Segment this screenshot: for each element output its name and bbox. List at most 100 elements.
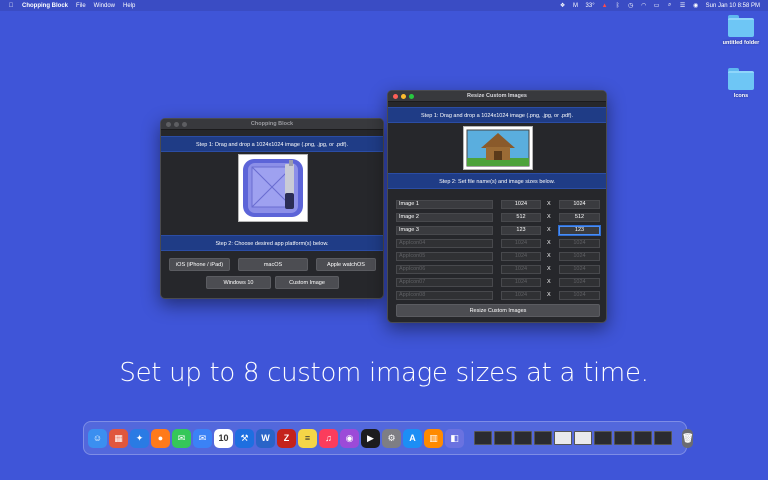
- desktop-folder-icons[interactable]: Icons: [716, 68, 766, 99]
- minimized-window-thumbnail[interactable]: [654, 431, 672, 445]
- tv-icon[interactable]: ▶: [361, 428, 380, 448]
- minimized-window-thumbnail[interactable]: [614, 431, 632, 445]
- menu-window[interactable]: Window: [94, 3, 115, 9]
- resize-window-title: Resize Custom Images: [467, 93, 527, 99]
- warning-icon[interactable]: ▲: [602, 2, 608, 9]
- minimized-window-thumbnail[interactable]: [514, 431, 532, 445]
- trash-icon[interactable]: 🗑: [682, 428, 694, 448]
- minimize-button[interactable]: [174, 121, 179, 127]
- word-icon[interactable]: W: [256, 428, 275, 448]
- mail-icon[interactable]: ✉: [193, 428, 212, 448]
- zoom-button[interactable]: [182, 121, 187, 127]
- height-field-focused[interactable]: 123: [559, 226, 600, 235]
- size-row: Image 1 1024 X 1024: [396, 200, 600, 210]
- name-field[interactable]: Image 1: [396, 200, 493, 209]
- xcode-icon[interactable]: ⚒: [235, 428, 254, 448]
- size-row-disabled: AppIcon06 1024 X 1024: [396, 265, 600, 275]
- safari-icon[interactable]: ✦: [130, 428, 149, 448]
- height-field[interactable]: 1024: [559, 278, 600, 287]
- calendar-icon[interactable]: 10: [214, 428, 233, 448]
- launchpad-icon[interactable]: ▦: [109, 428, 128, 448]
- notes-icon[interactable]: ≡: [298, 428, 317, 448]
- minimized-window-thumbnail[interactable]: [474, 431, 492, 445]
- minimized-window-thumbnail[interactable]: [594, 431, 612, 445]
- resize-custom-images-button[interactable]: Resize Custom Images: [396, 304, 600, 317]
- control-center-icon[interactable]: ☰: [680, 2, 686, 9]
- name-field[interactable]: Image 2: [396, 213, 493, 222]
- minimized-window-thumbnail[interactable]: [534, 431, 552, 445]
- books-icon[interactable]: ▥: [424, 428, 443, 448]
- name-field[interactable]: AppIcon08: [396, 291, 493, 300]
- music-icon[interactable]: ♫: [319, 428, 338, 448]
- height-field[interactable]: 1024: [559, 239, 600, 248]
- app-store-icon[interactable]: A: [403, 428, 422, 448]
- main-step1-label: Step 1: Drag and drop a 1024x1024 image …: [161, 136, 383, 152]
- dropbox-icon[interactable]: ❖: [560, 2, 566, 9]
- height-field[interactable]: 1024: [559, 252, 600, 261]
- width-field[interactable]: 1024: [501, 265, 541, 274]
- minimized-window-thumbnail[interactable]: [494, 431, 512, 445]
- width-field[interactable]: 123: [501, 226, 541, 235]
- bluetooth-icon[interactable]: ᛒ: [615, 2, 621, 9]
- battery-icon[interactable]: ▭: [654, 2, 660, 9]
- minimize-button[interactable]: [401, 93, 406, 99]
- firefox-icon[interactable]: ●: [151, 428, 170, 448]
- main-image-drop-zone[interactable]: [238, 154, 308, 222]
- width-field[interactable]: 1024: [501, 278, 541, 287]
- minimized-window-thumbnail[interactable]: [574, 431, 592, 445]
- name-field[interactable]: AppIcon06: [396, 265, 493, 274]
- name-field[interactable]: Image 3: [396, 226, 493, 235]
- name-field[interactable]: AppIcon07: [396, 278, 493, 287]
- main-window-titlebar[interactable]: Chopping Block: [161, 119, 383, 130]
- folder-icon: [728, 15, 754, 37]
- timemachine-icon[interactable]: ◷: [628, 2, 634, 9]
- macos-button[interactable]: macOS: [238, 258, 308, 271]
- height-field[interactable]: 1024: [559, 291, 600, 300]
- times-label: X: [547, 279, 551, 285]
- width-field[interactable]: 1024: [501, 291, 541, 300]
- apple-menu-icon[interactable]: : [8, 2, 14, 9]
- menu-help[interactable]: Help: [123, 3, 135, 9]
- resize-image-drop-zone[interactable]: [463, 126, 533, 170]
- windows-button[interactable]: Windows 10: [206, 276, 271, 289]
- minimized-window-thumbnail[interactable]: [634, 431, 652, 445]
- size-row-disabled: AppIcon08 1024 X 1024: [396, 291, 600, 301]
- messages-icon[interactable]: ✉: [172, 428, 191, 448]
- height-field[interactable]: 512: [559, 213, 600, 222]
- ios-button[interactable]: iOS (iPhone / iPad): [169, 258, 230, 271]
- size-row-disabled: AppIcon07 1024 X 1024: [396, 278, 600, 288]
- close-button[interactable]: [393, 93, 398, 99]
- search-icon[interactable]: ⌕: [667, 2, 673, 9]
- siri-icon[interactable]: ◉: [693, 2, 699, 9]
- malwarebytes-icon[interactable]: M: [573, 2, 579, 9]
- dock-minimized-windows: [474, 431, 672, 445]
- width-field[interactable]: 512: [501, 213, 541, 222]
- minimized-window-thumbnail[interactable]: [554, 431, 572, 445]
- main-window: Chopping Block Step 1: Drag and drop a 1…: [160, 118, 384, 299]
- marketing-caption: Set up to 8 custom image sizes at a time…: [119, 358, 649, 388]
- close-button[interactable]: [166, 121, 171, 127]
- times-label: X: [547, 214, 551, 220]
- finder-icon[interactable]: ☺: [88, 428, 107, 448]
- width-field[interactable]: 1024: [501, 239, 541, 248]
- system-preferences-icon[interactable]: ⚙: [382, 428, 401, 448]
- desktop-folder-untitled[interactable]: untitled folder: [716, 15, 766, 46]
- resize-window-titlebar[interactable]: Resize Custom Images: [388, 91, 606, 102]
- wifi-icon[interactable]: ◠: [641, 2, 647, 9]
- name-field[interactable]: AppIcon04: [396, 239, 493, 248]
- name-field[interactable]: AppIcon05: [396, 252, 493, 261]
- menu-file[interactable]: File: [76, 3, 86, 9]
- chopping-block-icon[interactable]: ◧: [445, 428, 464, 448]
- height-field[interactable]: 1024: [559, 265, 600, 274]
- weather-temp[interactable]: 33°: [586, 3, 595, 9]
- zoom-button[interactable]: [409, 93, 414, 99]
- height-field[interactable]: 1024: [559, 200, 600, 209]
- watchos-button[interactable]: Apple watchOS: [316, 258, 376, 271]
- podcasts-icon[interactable]: ◉: [340, 428, 359, 448]
- width-field[interactable]: 1024: [501, 252, 541, 261]
- menu-app-name[interactable]: Chopping Block: [22, 3, 68, 9]
- filezilla-icon[interactable]: Z: [277, 428, 296, 448]
- width-field[interactable]: 1024: [501, 200, 541, 209]
- menu-clock[interactable]: Sun Jan 10 8:58 PM: [706, 3, 760, 9]
- custom-image-button[interactable]: Custom Image: [275, 276, 339, 289]
